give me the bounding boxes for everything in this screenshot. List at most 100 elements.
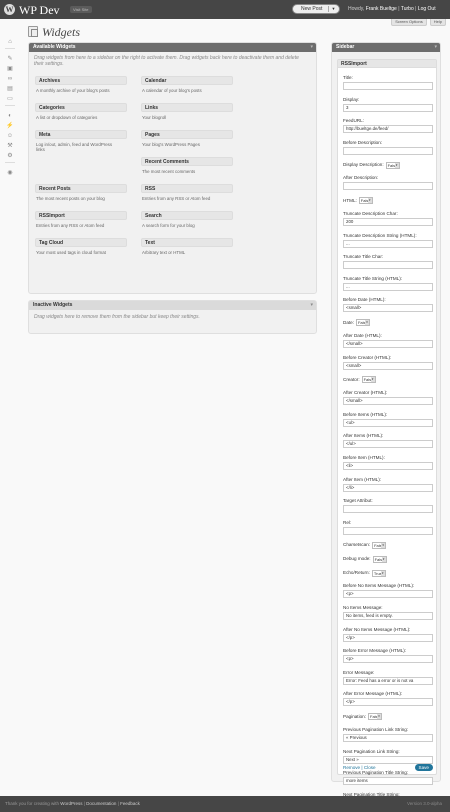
extra-plugin-icon[interactable]: ◉ xyxy=(5,168,15,177)
chevron-down-icon[interactable]: ▾ xyxy=(364,320,369,326)
widget-text[interactable]: Text Arbitrary text or HTML xyxy=(141,238,233,255)
close-link[interactable]: Close xyxy=(364,765,376,770)
widget-title[interactable]: RSS xyxy=(141,184,233,193)
widget-title[interactable]: Recent Comments xyxy=(141,157,233,166)
field-input[interactable]: </li> xyxy=(343,483,433,492)
field-input[interactable]: </p> xyxy=(343,633,433,642)
links-icon[interactable]: ∞ xyxy=(5,74,15,83)
field-select[interactable]: True ▾ xyxy=(371,569,386,577)
widget-title[interactable]: Tag Cloud xyxy=(35,238,127,247)
widget-title[interactable]: Categories xyxy=(35,103,127,112)
widget-title[interactable]: RSSImport xyxy=(35,211,127,220)
widget-calendar[interactable]: Calendar A calendar of your blog's posts xyxy=(141,76,233,93)
widget-rss[interactable]: RSS Entries from any RSS or Atom feed xyxy=(141,184,233,201)
widget-search[interactable]: Search A search form for your blog xyxy=(141,211,233,228)
appearance-icon[interactable]: ◐ xyxy=(5,111,15,120)
widget-categories[interactable]: Categories A list or dropdown of categor… xyxy=(35,103,127,120)
chevron-down-icon[interactable]: ▾ xyxy=(394,162,399,168)
widget-pages[interactable]: Pages Your blog's WordPress Pages xyxy=(141,130,233,147)
chevron-down-icon[interactable]: ▾ xyxy=(381,556,386,562)
field-input[interactable]: <ul> xyxy=(343,418,433,427)
toggle-arrow-icon[interactable]: ▾ xyxy=(310,301,313,310)
field-input[interactable]: 3 xyxy=(343,103,433,112)
widget-title[interactable]: Pages xyxy=(141,130,233,139)
wordpress-link[interactable]: WordPress xyxy=(60,801,82,806)
field-input[interactable]: <small> xyxy=(343,304,433,313)
field-input[interactable]: more items xyxy=(343,777,433,786)
field-input[interactable]: Next » xyxy=(343,755,433,764)
field-input[interactable] xyxy=(343,505,433,514)
site-name[interactable]: WP Dev xyxy=(19,3,60,18)
chevron-down-icon[interactable]: ▾ xyxy=(381,542,386,548)
field-select[interactable]: False ▾ xyxy=(372,555,387,563)
logout-link[interactable]: Log Out xyxy=(418,6,436,12)
field-input[interactable]: <li> xyxy=(343,462,433,470)
screen-options-button[interactable]: Screen Options xyxy=(391,19,427,26)
widget-title[interactable]: Text xyxy=(141,238,233,247)
user-name-link[interactable]: Frank Bueltge xyxy=(366,6,397,12)
documentation-link[interactable]: Documentation xyxy=(86,801,116,806)
field-input[interactable]: No items, feed is empty. xyxy=(343,612,433,620)
sidebar-header[interactable]: Sidebar ▾ xyxy=(332,43,440,52)
field-select[interactable]: False ▾ xyxy=(372,541,387,549)
field-input[interactable]: ... xyxy=(343,282,433,291)
field-input[interactable] xyxy=(343,261,433,270)
rssimport-widget-title[interactable]: RSSImport xyxy=(338,60,436,68)
field-input[interactable] xyxy=(343,182,433,191)
widget-tag-cloud[interactable]: Tag Cloud Your most used tags in cloud f… xyxy=(35,238,127,255)
field-input[interactable]: « Previous xyxy=(343,734,433,742)
field-select[interactable]: False ▾ xyxy=(385,161,400,169)
field-input[interactable]: <p> xyxy=(343,655,433,664)
chevron-down-icon[interactable]: ▾ xyxy=(377,714,381,720)
toggle-arrow-icon[interactable]: ▾ xyxy=(310,43,313,52)
plugins-icon[interactable]: ⚡ xyxy=(5,121,15,130)
field-input[interactable] xyxy=(343,82,433,90)
field-select[interactable]: False ▾ xyxy=(361,376,376,384)
widget-title[interactable]: Search xyxy=(141,211,233,220)
field-input[interactable]: </ul> xyxy=(343,440,433,449)
feedback-link[interactable]: Feedback xyxy=(120,801,140,806)
widget-recent-posts[interactable]: Recent Posts The most recent posts on yo… xyxy=(35,184,127,201)
users-icon[interactable]: ☺ xyxy=(5,131,15,140)
pages-icon[interactable]: ▤ xyxy=(5,84,15,93)
chevron-down-icon[interactable]: ▾ xyxy=(367,198,372,204)
media-icon[interactable]: ▣ xyxy=(5,64,15,73)
visit-site-button[interactable]: Visit Site xyxy=(70,6,92,13)
inactive-widgets-header[interactable]: Inactive Widgets ▾ xyxy=(29,301,316,310)
field-select[interactable]: False ▾ xyxy=(358,197,373,205)
help-button[interactable]: Help xyxy=(429,19,446,26)
widget-links[interactable]: Links Your blogroll xyxy=(141,103,233,120)
posts-icon[interactable]: ✎ xyxy=(5,54,15,63)
save-button[interactable]: Save xyxy=(414,764,433,771)
tools-icon[interactable]: ⚒ xyxy=(5,141,15,150)
widget-recent-comments[interactable]: Recent Comments The most recent comments xyxy=(141,157,233,174)
widget-title[interactable]: Links xyxy=(141,103,233,112)
remove-link[interactable]: Remove xyxy=(343,765,360,770)
field-input[interactable]: <small> xyxy=(343,361,433,370)
comments-icon[interactable]: ▭ xyxy=(5,94,15,103)
widget-title[interactable]: Recent Posts xyxy=(35,184,127,193)
field-input[interactable]: Error: Feed has a error or is not va xyxy=(343,676,433,685)
widget-title[interactable]: Archives xyxy=(35,76,127,85)
field-input[interactable] xyxy=(343,146,433,155)
widget-title[interactable]: Meta xyxy=(35,130,127,139)
field-input[interactable]: 200 xyxy=(343,218,433,226)
wordpress-logo-icon[interactable]: W xyxy=(4,4,15,15)
field-select[interactable]: False ▾ xyxy=(355,319,370,327)
field-input[interactable]: </small> xyxy=(343,397,433,406)
turbo-link[interactable]: Turbo xyxy=(401,6,414,12)
field-input[interactable]: http://bueltge.de/feed/ xyxy=(343,125,433,134)
settings-icon[interactable]: ⚙ xyxy=(5,151,15,160)
widget-rssimport[interactable]: RSSImport Entries from any RSS or Atom f… xyxy=(35,211,127,228)
field-select[interactable]: False ▾ xyxy=(368,713,382,721)
field-input[interactable]: </small> xyxy=(343,340,433,348)
widget-title[interactable]: Calendar xyxy=(141,76,233,85)
field-input[interactable]: <p> xyxy=(343,590,433,599)
widget-archives[interactable]: Archives A monthly archive of your blog'… xyxy=(35,76,127,93)
field-input[interactable] xyxy=(343,526,433,535)
dashboard-icon[interactable]: ⌂ xyxy=(5,37,15,46)
chevron-down-icon[interactable]: ▾ xyxy=(380,570,385,576)
chevron-down-icon[interactable]: ▾ xyxy=(370,377,375,383)
widget-meta[interactable]: Meta Log in/out, admin, feed and WordPre… xyxy=(35,130,127,152)
chevron-down-icon[interactable]: ▼ xyxy=(328,6,338,12)
